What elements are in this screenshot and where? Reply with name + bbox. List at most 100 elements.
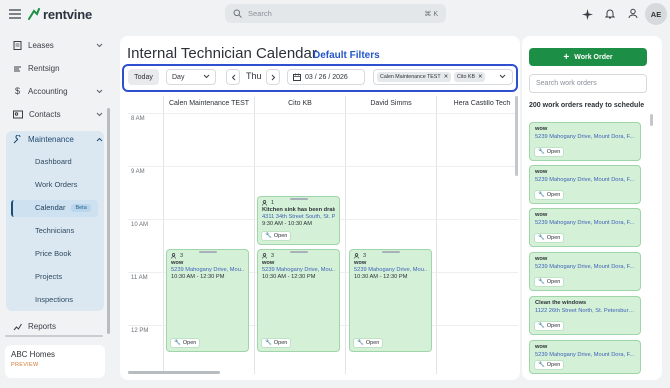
sparkle-icon[interactable]: [581, 8, 593, 20]
work-order-title: wow: [535, 344, 548, 350]
sidebar-scrollbar[interactable]: [107, 108, 110, 334]
sidebar-item-label: Reports: [28, 321, 57, 331]
avatar[interactable]: AE: [645, 3, 667, 25]
day-of-week: Thu: [246, 71, 262, 81]
status-badge: 🔧 Open: [170, 338, 201, 348]
chevron-left-icon: [231, 74, 235, 80]
column-header: Hera Castillo Tech: [453, 100, 511, 107]
resize-handle[interactable]: [289, 198, 308, 200]
work-order-address: 1122 26th Street North, St. Petersburg..…: [535, 308, 635, 314]
event-title: wow: [354, 260, 367, 266]
grid-line: [436, 96, 437, 374]
calendar-event[interactable]: 3 wow 5239 Mahogany Drive, Mou... 10:30 …: [166, 249, 249, 352]
date-input[interactable]: 03 / 26 / 2026: [287, 69, 365, 85]
wrench-icon: 🔧: [538, 149, 545, 155]
brand-name: rentvine: [43, 6, 92, 22]
resize-handle[interactable]: [289, 251, 308, 253]
work-order-address: 5239 Mahogany Drive, Mount Dora, F...: [535, 264, 635, 270]
calendar-icon: [293, 73, 301, 81]
time-label: 10 AM: [131, 222, 149, 228]
close-icon[interactable]: ✕: [444, 74, 448, 80]
hamburger-menu-icon[interactable]: [9, 8, 21, 19]
default-filters-link[interactable]: Default Filters: [313, 50, 380, 61]
calendar-event[interactable]: 3 wow 5239 Mahogany Drive, Mou... 10:30 …: [349, 249, 432, 352]
close-icon[interactable]: ✕: [478, 74, 482, 80]
beta-badge: Beta: [71, 203, 91, 212]
sidebar-item-maintenance[interactable]: Maintenance: [13, 131, 103, 147]
work-order-card[interactable]: wow 5239 Mahogany Drive, Mount Dora, F..…: [529, 208, 641, 247]
sidebar-item-contacts[interactable]: Contacts: [13, 106, 103, 122]
column-header: Cito KB: [288, 100, 312, 107]
work-order-card[interactable]: wow 5239 Mahogany Drive, Mount Dora, F..…: [529, 165, 641, 204]
wrench-icon: 🔧: [357, 340, 364, 346]
event-hours: 9:30 AM - 10:30 AM: [262, 221, 312, 227]
filter-chip-label: Cito KB: [457, 74, 475, 80]
technician-filter[interactable]: Calen Maintenance TEST ✕ Cito KB ✕: [373, 69, 513, 85]
event-address: 5239 Mahogany Drive, Mou...: [262, 267, 335, 273]
sidebar-subitem-work-orders[interactable]: Work Orders: [35, 180, 77, 189]
assignee-count: 3: [354, 253, 427, 259]
chevron-down-icon[interactable]: [499, 74, 506, 81]
event-hours: 10:30 AM - 12:30 PM: [171, 274, 225, 280]
sidebar-hscrollbar[interactable]: [5, 335, 103, 337]
sidebar-item-label: Contacts: [29, 109, 61, 119]
work-order-card[interactable]: wow 5239 Mahogany Drive, Mount Dora, F..…: [529, 340, 641, 374]
sidebar-item-rentsign[interactable]: Rentsign: [13, 60, 103, 76]
sidebar-subitem-projects[interactable]: Projects: [35, 272, 62, 281]
work-order-card[interactable]: wow 5239 Mahogany Drive, Mount Dora, F..…: [529, 122, 641, 161]
sidebar-item-label: Rentsign: [28, 63, 60, 73]
calendar-event[interactable]: 3 wow 5239 Mahogany Drive, Mou... 10:30 …: [257, 249, 340, 352]
resize-handle[interactable]: [198, 251, 217, 253]
sidebar-subitem-calendar[interactable]: Calendar Beta: [35, 203, 91, 212]
bell-icon[interactable]: [604, 7, 616, 20]
event-hours: 10:30 AM - 12:30 PM: [262, 274, 316, 280]
sidebar-item-accounting[interactable]: $ Accounting: [13, 83, 103, 99]
work-order-card[interactable]: Clean the windows 1122 26th Street North…: [529, 296, 641, 335]
wrench-icon: 🔧: [538, 279, 545, 285]
grid-line: [128, 113, 518, 114]
today-button[interactable]: Today: [128, 69, 159, 85]
sidebar-item-leases[interactable]: Leases: [13, 37, 103, 53]
work-order-card[interactable]: wow 5239 Mahogany Drive, Mount Dora, F..…: [529, 252, 641, 291]
event-address: 4311 34th Street South, St. Pe...: [262, 214, 335, 220]
filter-chip[interactable]: Calen Maintenance TEST ✕: [377, 72, 452, 82]
view-select[interactable]: Day: [166, 69, 216, 85]
calendar-hscrollbar[interactable]: [128, 371, 220, 374]
wrench-icon: 🔧: [538, 235, 545, 241]
company-switcher[interactable]: ABC Homes PREVIEW: [5, 345, 105, 378]
time-label: 8 AM: [131, 116, 145, 122]
people-icon: [354, 253, 359, 259]
event-hours: 10:30 AM - 12:30 PM: [354, 274, 408, 280]
filter-chip[interactable]: Cito KB ✕: [454, 72, 486, 82]
next-day-button[interactable]: [266, 69, 280, 85]
pen-icon: [14, 66, 21, 71]
rentvine-logo[interactable]: rentvine: [28, 6, 92, 22]
work-order-address: 5239 Mahogany Drive, Mount Dora, F...: [535, 352, 635, 358]
sidebar-subitem-technicians[interactable]: Technicians: [35, 226, 74, 235]
wrench-icon: 🔧: [538, 192, 545, 198]
sidebar-subitem-dashboard[interactable]: Dashboard: [35, 157, 72, 166]
sidebar-subitem-label: Calendar: [35, 203, 66, 212]
calendar-vscrollbar[interactable]: [515, 96, 518, 176]
calendar-event[interactable]: 1 Kitchen sink has been drain... 4311 34…: [257, 196, 340, 245]
work-order-title: Clean the windows: [535, 300, 587, 306]
work-orders-scrollbar[interactable]: [650, 114, 653, 126]
sidebar-subitem-price-book[interactable]: Price Book: [35, 249, 71, 258]
chevron-down-icon: [96, 41, 103, 50]
global-search-input[interactable]: Search ⌘ K: [225, 4, 446, 23]
preview-badge: PREVIEW: [11, 362, 39, 368]
work-order-search-input[interactable]: Search work orders: [529, 74, 647, 93]
resize-handle[interactable]: [381, 251, 400, 253]
people-icon: [171, 253, 176, 259]
assignee-count: 3: [171, 253, 244, 259]
sidebar-subitem-inspections[interactable]: Inspections: [35, 295, 73, 304]
grid-line: [254, 96, 255, 374]
sidebar-item-reports[interactable]: Reports: [13, 318, 103, 334]
prev-day-button[interactable]: [226, 69, 240, 85]
assignee-count: 3: [262, 253, 335, 259]
lease-icon: [13, 40, 22, 50]
new-work-order-button[interactable]: + Work Order: [529, 48, 647, 66]
user-icon[interactable]: [627, 7, 639, 20]
wrench-icon: 🔧: [265, 233, 272, 239]
people-icon: [262, 200, 267, 206]
